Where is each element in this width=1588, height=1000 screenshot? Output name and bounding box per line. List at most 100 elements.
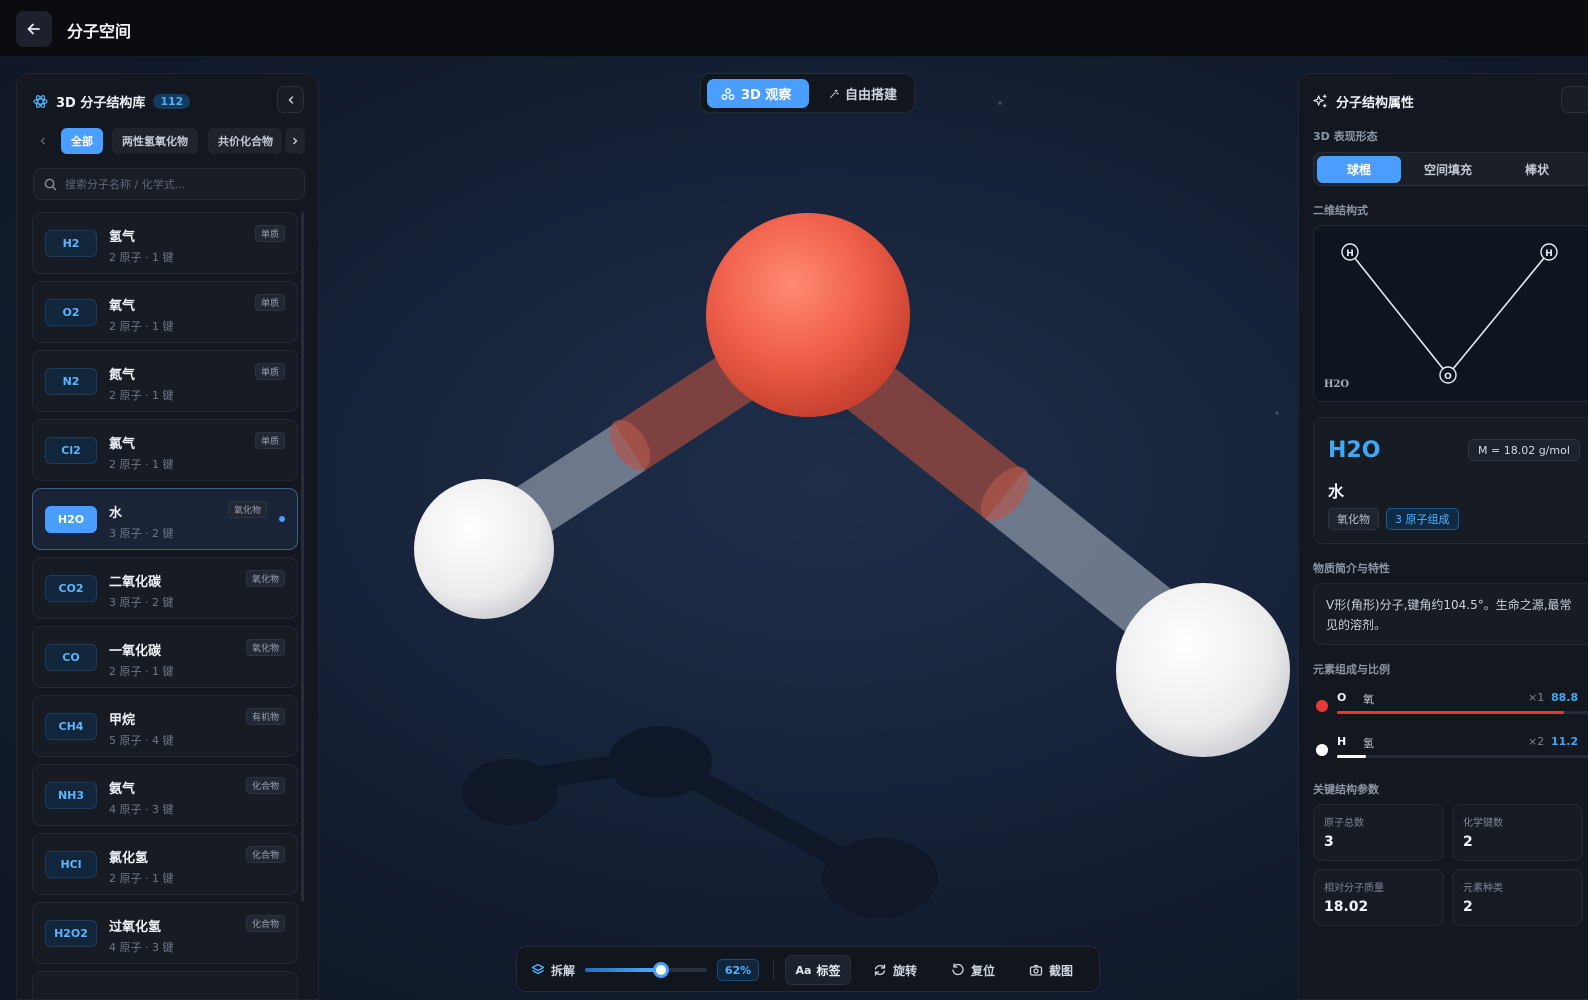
molecule-item-ch4[interactable]: CH4 甲烷 5 原子 · 4 键 有机物 xyxy=(32,695,298,757)
style-ball-stick-button[interactable]: 球棍 xyxy=(1317,156,1401,183)
molecule-item-h2o2[interactable]: H2O2 过氧化氢 4 原子 · 3 键 化合物 xyxy=(32,902,298,964)
camera-icon xyxy=(1029,964,1043,976)
view-mode-toggle: 3D 观察 自由搭建 xyxy=(700,73,915,113)
structure-caption: H2O xyxy=(1324,379,1350,390)
param-molecular-mass: 相对分子质量 18.02 xyxy=(1313,869,1444,926)
filter-chip-covalent[interactable]: 共价化合物 xyxy=(208,128,282,154)
rotate-icon xyxy=(874,964,886,976)
background-particle xyxy=(1275,411,1279,415)
reset-button[interactable]: 复位 xyxy=(951,947,995,993)
category-tag: 氧化物 xyxy=(1328,508,1379,530)
molecule-item-partial[interactable] xyxy=(32,971,298,999)
molecule-item-co2[interactable]: CO2 二氧化碳 3 原子 · 2 键 氧化物 xyxy=(32,557,298,619)
formula-badge: O2 xyxy=(45,299,97,326)
list-scrollbar[interactable] xyxy=(301,212,304,902)
app-title: 分子空间 xyxy=(67,22,132,41)
filter-chip-all[interactable]: 全部 xyxy=(61,128,103,154)
formula-badge: CO2 xyxy=(45,575,97,602)
param-element-types: 元素种类 2 xyxy=(1452,869,1583,926)
molecule-meta: 2 原子 · 1 键 xyxy=(109,251,174,264)
param-value: 18.02 xyxy=(1324,899,1369,915)
style-stick-button[interactable]: 棒状 xyxy=(1495,156,1579,183)
hydrogen-color-dot xyxy=(1316,744,1328,756)
molecule-name: 氧气 xyxy=(109,299,136,314)
element-percent: 11.2 xyxy=(1551,735,1579,748)
mode-3d-view-button[interactable]: 3D 观察 xyxy=(707,79,809,108)
category-badge: 单质 xyxy=(254,294,285,311)
molecule-item-h2[interactable]: H2 氢气 2 原子 · 1 键 单质 xyxy=(32,212,298,274)
molecule-meta: 2 原子 · 1 键 xyxy=(109,458,174,471)
molecule-item-h2o[interactable]: H2O 水 3 原子 · 2 键 氧化物 xyxy=(32,488,298,550)
search-icon xyxy=(44,178,57,190)
hydrogen-atom-right[interactable] xyxy=(1116,583,1290,757)
oxygen-color-dot xyxy=(1316,700,1328,712)
viewer-toolbar: 拆解 62% Aa 标签 旋转 复位 截图 xyxy=(516,946,1100,992)
molecule-formula: H2O xyxy=(1328,438,1381,463)
mode-free-build-button[interactable]: 自由搭建 xyxy=(815,79,911,108)
molecule-meta: 5 原子 · 4 键 xyxy=(109,734,174,747)
reset-label: 复位 xyxy=(971,963,996,978)
labels-toggle-button[interactable]: Aa 标签 xyxy=(785,955,851,985)
param-value: 3 xyxy=(1324,834,1334,850)
explode-label: 拆解 xyxy=(551,963,576,978)
filter-scroll-left-button[interactable] xyxy=(35,128,51,154)
formula-badge: N2 xyxy=(45,368,97,395)
explode-slider[interactable] xyxy=(585,962,707,978)
toolbar-divider xyxy=(773,960,774,980)
molecule-item-n2[interactable]: N2 氮气 2 原子 · 1 键 单质 xyxy=(32,350,298,412)
filter-scroll-right-button[interactable] xyxy=(285,128,305,154)
molecule-shadow xyxy=(462,726,938,918)
param-value: 2 xyxy=(1463,834,1473,850)
category-badge: 氧化物 xyxy=(245,639,285,656)
molecule-meta: 3 原子 · 2 键 xyxy=(109,527,174,540)
param-bond-count: 化学键数 2 xyxy=(1452,804,1583,861)
library-title: 3D 分子结构库 xyxy=(56,96,146,111)
style-space-filling-button[interactable]: 空间填充 xyxy=(1406,156,1490,183)
back-button[interactable] xyxy=(16,11,52,47)
oxygen-atom[interactable] xyxy=(706,213,910,417)
description-text: V形(角形)分子,键角约104.5°。生命之源,最常见的溶剂。 xyxy=(1313,583,1588,645)
formula-badge: H2 xyxy=(45,230,97,257)
hydrogen-atom-left[interactable] xyxy=(414,479,554,619)
magic-wand-icon xyxy=(829,89,839,98)
molecule-meta: 3 原子 · 2 键 xyxy=(109,596,174,609)
explode-control: 拆解 xyxy=(531,947,575,993)
molecule-meta: 2 原子 · 1 键 xyxy=(109,320,174,333)
element-row-oxygen: O 氧 ×1 88.8 xyxy=(1313,691,1588,727)
library-count-badge: 112 xyxy=(153,94,191,109)
collapse-panel-button[interactable] xyxy=(277,86,304,113)
molecule-item-cl2[interactable]: Cl2 氯气 2 原子 · 1 键 单质 xyxy=(32,419,298,481)
atom-label-o: O xyxy=(1444,372,1452,382)
panel-toggle-button[interactable] xyxy=(1561,86,1588,113)
formula-badge: CO xyxy=(45,644,97,671)
screenshot-button[interactable]: 截图 xyxy=(1029,947,1073,993)
render-style-section-label: 3D 表现形态 xyxy=(1313,130,1378,143)
selected-indicator-dot xyxy=(279,516,285,522)
molecule-item-nh3[interactable]: NH3 氨气 4 原子 · 3 键 化合物 xyxy=(32,764,298,826)
category-badge: 氧化物 xyxy=(227,501,267,518)
molecule-info-card: H2O M = 18.02 g/mol 水 氧化物 3 原子组成 xyxy=(1313,417,1588,544)
element-ratio-bar xyxy=(1337,755,1588,758)
explode-slider-thumb[interactable] xyxy=(652,962,669,978)
description-section-label: 物质简介与特性 xyxy=(1313,562,1390,575)
rotate-button[interactable]: 旋转 xyxy=(873,947,917,993)
molecule-name: 甲烷 xyxy=(109,713,136,728)
bond-oh-right[interactable] xyxy=(840,355,1180,645)
element-name: 氢 xyxy=(1363,737,1374,750)
molecule-search-input[interactable] xyxy=(65,177,285,191)
category-badge: 化合物 xyxy=(245,777,285,794)
bond-oh-left[interactable] xyxy=(509,338,776,539)
molecule-item-hcl[interactable]: HCl 氯化氢 2 原子 · 1 键 化合物 xyxy=(32,833,298,895)
molecule-item-co[interactable]: CO 一氧化碳 2 原子 · 1 键 氧化物 xyxy=(32,626,298,688)
render-style-selector: 球棍 空间填充 棒状 xyxy=(1313,152,1588,186)
molar-mass-badge: M = 18.02 g/mol xyxy=(1468,439,1580,461)
screenshot-label: 截图 xyxy=(1049,963,1074,978)
molecule-meta: 4 原子 · 3 键 xyxy=(109,941,174,954)
element-count: ×1 xyxy=(1528,691,1545,704)
filter-chip-amphoteric[interactable]: 两性氢氧化物 xyxy=(112,128,198,154)
molecule-name: 一氧化碳 xyxy=(109,644,162,659)
param-label: 元素种类 xyxy=(1463,883,1503,894)
molecule-item-o2[interactable]: O2 氧气 2 原子 · 1 键 单质 xyxy=(32,281,298,343)
element-percent: 88.8 xyxy=(1551,691,1579,704)
molecule-search xyxy=(33,168,305,200)
